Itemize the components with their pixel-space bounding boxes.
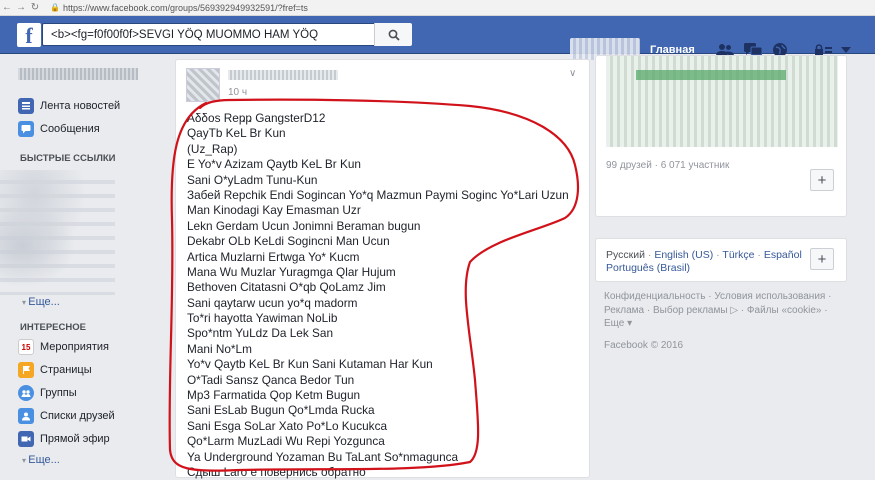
quick-links-heading: БЫСТРЫЕ ССЫЛКИ [20,153,116,164]
post-line: Spo*ntm YuLdz Da Lek San [187,326,334,341]
language-link[interactable]: Türkçe [722,249,754,261]
post-line: Yo*v Qaytb KeL Br Kun Sani Kutaman Har K… [187,357,433,372]
post-line: Mp3 Farmatida Qop Ketm Bugun [187,388,361,403]
news-feed-icon [18,98,34,114]
post-line: To*ri hayotta Yawiman NoLib [187,311,338,326]
quick-links-more-link[interactable]: ▾ Еще... [22,296,60,308]
groups-icon [18,385,34,401]
footer-links[interactable]: Реклама · Выбор рекламы ▷ · Файлы «cooki… [604,304,844,318]
group-banner-image[interactable] [606,56,838,147]
sidebar-item-groups[interactable]: Группы [18,384,77,402]
post-body: Aδδos Reҏҏ GangsterD12 QayTb KeL Br Kun … [187,111,569,480]
footer-links[interactable]: Конфиденциальность · Условия использован… [604,290,844,304]
language-card: Русский · English (US) · Türkçe · Españo… [595,238,847,282]
copyright: Facebook © 2016 [604,339,684,351]
language-link[interactable]: Português (Brasil) [606,262,690,274]
browser-toolbar: ← → ↻ 🔒 https://www.facebook.com/groups/… [0,0,875,16]
interesting-heading: ИНТЕРЕСНОЕ [20,322,86,333]
post-line: Man Kinodagi Kay Emasman Uzr [187,203,361,218]
search-button[interactable] [374,23,412,46]
calendar-icon: 15 [18,339,34,355]
post-line: Bethoven Citatasni O*qb QoLamz Jim [187,280,386,295]
sidebar-item-friend-lists[interactable]: Списки друзей [18,407,115,425]
post-line: QayTb KeL Br Kun [187,126,286,141]
interesting-more-link[interactable]: ▾ Еще... [22,454,60,466]
search-input[interactable]: <b><fg=f0f00f0f>SEVGI YÖQ MUOMMO HAM YÖQ [42,23,412,46]
search-icon [388,29,400,41]
current-language: Русский [606,249,645,261]
group-stats: 99 друзей · 6 071 участник [606,160,730,171]
group-post: 10 ч ∨ Aδδos Reҏҏ GangsterD12 QayTb KeL … [175,59,590,480]
sidebar-item-label: Лента новостей [40,100,121,112]
language-link[interactable]: English (US) [654,249,713,261]
left-sidebar: Лента новостей Сообщения БЫСТРЫЕ ССЫЛКИ … [0,55,170,478]
friend-lists-icon [18,408,34,424]
add-language-button[interactable]: + [810,248,834,270]
post-line: Lekn Gerdam Ucun Jonimni Beraman bugun [187,218,421,233]
language-link[interactable]: Español [764,249,802,261]
sidebar-item-events[interactable]: 15 Мероприятия [18,338,109,356]
live-video-icon [18,431,34,447]
sidebar-item-label: Группы [40,387,77,399]
post-line: Sani EsLab Bugun Qo*Lmda Rucka [187,403,375,418]
secure-lock-icon: 🔒 [50,3,60,12]
language-list: Русский · English (US) · Türkçe · Españo… [606,249,802,274]
post-line: Забей Repchik Endi Sogincan Yo*q Mazmun … [187,187,569,202]
join-plus-button[interactable]: + [810,169,834,191]
post-line: Artica Muzlarni Ertwga Yo* Kucm [187,249,360,264]
messages-icon [18,121,34,137]
sidebar-item-label: Страницы [40,364,92,376]
quick-links-redacted[interactable] [0,170,115,295]
sidebar-item-label: Прямой эфир [40,433,110,445]
post-line: O*Tadi Sansz Qanca Bedor Tun [187,372,355,387]
reload-icon[interactable]: ↻ [28,2,42,13]
sidebar-item-label: Мероприятия [40,341,109,353]
post-line: Mana Wu Muzlar Yuragmga Qlar Hujum [187,264,396,279]
author-name-redacted[interactable] [228,70,338,80]
post-line: (Uz_Rap) [187,141,238,156]
post-line: Sani qaytarw ucun yo*q madorm [187,295,358,310]
post-line: Dekabr OLb KeLdi Sogincni Man Ucun [187,234,390,249]
sidebar-item-pages[interactable]: Страницы [18,361,92,379]
profile-link-redacted[interactable] [18,68,138,80]
post-line: Sani Esga SoLar Xato Po*Lo Kucukca [187,418,388,433]
sidebar-item-messages[interactable]: Сообщения [18,120,100,138]
post-line: Qo*Larm MuzLadi Wu Repi Yozgunca [187,434,385,449]
post-options-chevron-icon[interactable]: ∨ [569,68,576,79]
sidebar-item-label: Списки друзей [40,410,115,422]
sidebar-item-label: Сообщения [40,123,100,135]
forward-icon[interactable]: → [14,2,28,13]
post-line: E Yo*v Azizam Qaytb KeL Br Kun [187,157,361,172]
post-line: Ya Underground Yozaman Bu TaLant So*nmag… [187,449,459,464]
facebook-header: f <b><fg=f0f00f0f>SEVGI YÖQ MUOMMO HAM Y… [0,16,875,60]
footer-more-link[interactable]: Еще ▾ [604,317,844,331]
sidebar-item-news-feed[interactable]: Лента новостей [18,97,120,115]
post-line: Aδδos Reҏҏ GangsterD12 [187,111,326,125]
flag-icon [18,362,34,378]
back-icon[interactable]: ← [0,2,14,13]
author-avatar[interactable] [186,68,220,102]
sidebar-item-live-video[interactable]: Прямой эфир [18,430,110,448]
facebook-logo-icon[interactable]: f [17,23,41,48]
post-line: Mani No*Lm [187,341,252,356]
post-timestamp[interactable]: 10 ч [228,87,247,98]
page-footer: Конфиденциальность · Условия использован… [604,290,844,352]
post-line: Sani O*yLadm Tunu-Kun [187,172,318,187]
address-bar[interactable]: https://www.facebook.com/groups/56939294… [63,3,308,13]
group-info-card: 99 друзей · 6 071 участник + [595,55,847,217]
